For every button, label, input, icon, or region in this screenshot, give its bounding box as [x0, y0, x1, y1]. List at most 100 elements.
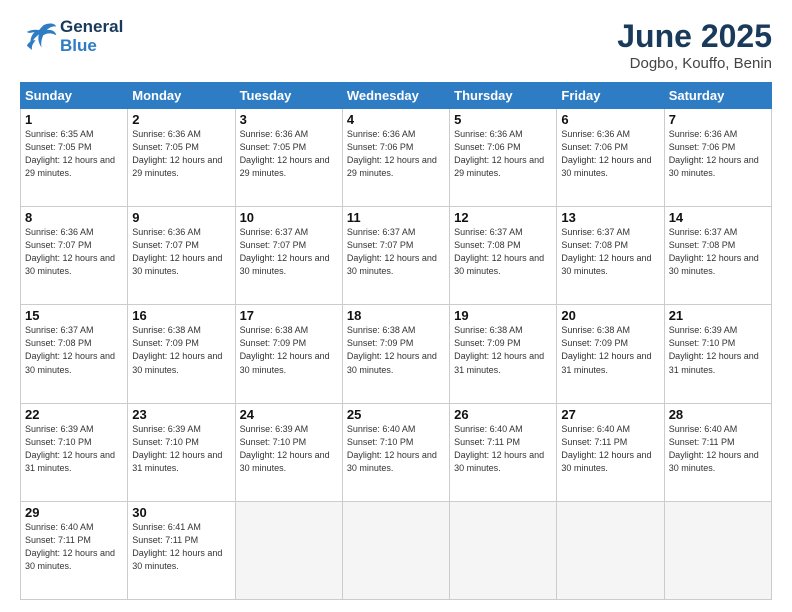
- day-info: Sunrise: 6:36 AMSunset: 7:07 PMDaylight:…: [25, 226, 123, 278]
- logo-text-general: General: [60, 18, 123, 37]
- day-number: 10: [240, 210, 338, 225]
- day-number: 1: [25, 112, 123, 127]
- logo: General Blue: [20, 18, 123, 55]
- day-number: 18: [347, 308, 445, 323]
- day-info: Sunrise: 6:35 AMSunset: 7:05 PMDaylight:…: [25, 128, 123, 180]
- day-number: 2: [132, 112, 230, 127]
- table-row: 21Sunrise: 6:39 AMSunset: 7:10 PMDayligh…: [664, 305, 771, 403]
- day-info: Sunrise: 6:37 AMSunset: 7:07 PMDaylight:…: [347, 226, 445, 278]
- table-row: 3Sunrise: 6:36 AMSunset: 7:05 PMDaylight…: [235, 109, 342, 207]
- day-number: 5: [454, 112, 552, 127]
- day-number: 9: [132, 210, 230, 225]
- day-info: Sunrise: 6:36 AMSunset: 7:06 PMDaylight:…: [669, 128, 767, 180]
- day-number: 19: [454, 308, 552, 323]
- day-number: 26: [454, 407, 552, 422]
- day-number: 4: [347, 112, 445, 127]
- day-info: Sunrise: 6:36 AMSunset: 7:05 PMDaylight:…: [240, 128, 338, 180]
- day-number: 27: [561, 407, 659, 422]
- col-wednesday: Wednesday: [342, 83, 449, 109]
- day-number: 23: [132, 407, 230, 422]
- day-number: 24: [240, 407, 338, 422]
- calendar-week-row: 29Sunrise: 6:40 AMSunset: 7:11 PMDayligh…: [21, 501, 772, 599]
- table-row: 10Sunrise: 6:37 AMSunset: 7:07 PMDayligh…: [235, 207, 342, 305]
- col-sunday: Sunday: [21, 83, 128, 109]
- col-monday: Monday: [128, 83, 235, 109]
- table-row: 20Sunrise: 6:38 AMSunset: 7:09 PMDayligh…: [557, 305, 664, 403]
- logo-icon: [20, 21, 58, 53]
- day-info: Sunrise: 6:40 AMSunset: 7:11 PMDaylight:…: [454, 423, 552, 475]
- table-row: 19Sunrise: 6:38 AMSunset: 7:09 PMDayligh…: [450, 305, 557, 403]
- calendar-week-row: 15Sunrise: 6:37 AMSunset: 7:08 PMDayligh…: [21, 305, 772, 403]
- table-row: 18Sunrise: 6:38 AMSunset: 7:09 PMDayligh…: [342, 305, 449, 403]
- table-row: 25Sunrise: 6:40 AMSunset: 7:10 PMDayligh…: [342, 403, 449, 501]
- table-row: 13Sunrise: 6:37 AMSunset: 7:08 PMDayligh…: [557, 207, 664, 305]
- table-row: 26Sunrise: 6:40 AMSunset: 7:11 PMDayligh…: [450, 403, 557, 501]
- day-info: Sunrise: 6:40 AMSunset: 7:10 PMDaylight:…: [347, 423, 445, 475]
- table-row: 30Sunrise: 6:41 AMSunset: 7:11 PMDayligh…: [128, 501, 235, 599]
- day-number: 21: [669, 308, 767, 323]
- day-info: Sunrise: 6:38 AMSunset: 7:09 PMDaylight:…: [347, 324, 445, 376]
- table-row: 15Sunrise: 6:37 AMSunset: 7:08 PMDayligh…: [21, 305, 128, 403]
- col-saturday: Saturday: [664, 83, 771, 109]
- calendar-header-row: Sunday Monday Tuesday Wednesday Thursday…: [21, 83, 772, 109]
- day-number: 20: [561, 308, 659, 323]
- calendar-week-row: 22Sunrise: 6:39 AMSunset: 7:10 PMDayligh…: [21, 403, 772, 501]
- day-info: Sunrise: 6:38 AMSunset: 7:09 PMDaylight:…: [132, 324, 230, 376]
- table-row: 7Sunrise: 6:36 AMSunset: 7:06 PMDaylight…: [664, 109, 771, 207]
- table-row: [557, 501, 664, 599]
- day-info: Sunrise: 6:39 AMSunset: 7:10 PMDaylight:…: [240, 423, 338, 475]
- table-row: 4Sunrise: 6:36 AMSunset: 7:06 PMDaylight…: [342, 109, 449, 207]
- page: General Blue June 2025 Dogbo, Kouffo, Be…: [0, 0, 792, 612]
- day-number: 28: [669, 407, 767, 422]
- day-info: Sunrise: 6:37 AMSunset: 7:08 PMDaylight:…: [454, 226, 552, 278]
- table-row: 29Sunrise: 6:40 AMSunset: 7:11 PMDayligh…: [21, 501, 128, 599]
- table-row: 22Sunrise: 6:39 AMSunset: 7:10 PMDayligh…: [21, 403, 128, 501]
- table-row: 27Sunrise: 6:40 AMSunset: 7:11 PMDayligh…: [557, 403, 664, 501]
- day-number: 11: [347, 210, 445, 225]
- day-info: Sunrise: 6:40 AMSunset: 7:11 PMDaylight:…: [669, 423, 767, 475]
- day-number: 14: [669, 210, 767, 225]
- day-info: Sunrise: 6:38 AMSunset: 7:09 PMDaylight:…: [561, 324, 659, 376]
- day-number: 8: [25, 210, 123, 225]
- day-number: 13: [561, 210, 659, 225]
- day-info: Sunrise: 6:36 AMSunset: 7:06 PMDaylight:…: [561, 128, 659, 180]
- table-row: 8Sunrise: 6:36 AMSunset: 7:07 PMDaylight…: [21, 207, 128, 305]
- table-row: 17Sunrise: 6:38 AMSunset: 7:09 PMDayligh…: [235, 305, 342, 403]
- col-tuesday: Tuesday: [235, 83, 342, 109]
- day-info: Sunrise: 6:36 AMSunset: 7:05 PMDaylight:…: [132, 128, 230, 180]
- day-info: Sunrise: 6:36 AMSunset: 7:07 PMDaylight:…: [132, 226, 230, 278]
- table-row: 6Sunrise: 6:36 AMSunset: 7:06 PMDaylight…: [557, 109, 664, 207]
- calendar-week-row: 8Sunrise: 6:36 AMSunset: 7:07 PMDaylight…: [21, 207, 772, 305]
- table-row: 5Sunrise: 6:36 AMSunset: 7:06 PMDaylight…: [450, 109, 557, 207]
- table-row: [450, 501, 557, 599]
- day-info: Sunrise: 6:38 AMSunset: 7:09 PMDaylight:…: [240, 324, 338, 376]
- table-row: 9Sunrise: 6:36 AMSunset: 7:07 PMDaylight…: [128, 207, 235, 305]
- calendar-week-row: 1Sunrise: 6:35 AMSunset: 7:05 PMDaylight…: [21, 109, 772, 207]
- location-subtitle: Dogbo, Kouffo, Benin: [617, 55, 772, 72]
- day-info: Sunrise: 6:39 AMSunset: 7:10 PMDaylight:…: [25, 423, 123, 475]
- day-info: Sunrise: 6:38 AMSunset: 7:09 PMDaylight:…: [454, 324, 552, 376]
- day-info: Sunrise: 6:39 AMSunset: 7:10 PMDaylight:…: [669, 324, 767, 376]
- table-row: 16Sunrise: 6:38 AMSunset: 7:09 PMDayligh…: [128, 305, 235, 403]
- day-info: Sunrise: 6:37 AMSunset: 7:07 PMDaylight:…: [240, 226, 338, 278]
- day-info: Sunrise: 6:36 AMSunset: 7:06 PMDaylight:…: [347, 128, 445, 180]
- day-info: Sunrise: 6:40 AMSunset: 7:11 PMDaylight:…: [25, 521, 123, 573]
- table-row: 28Sunrise: 6:40 AMSunset: 7:11 PMDayligh…: [664, 403, 771, 501]
- table-row: 12Sunrise: 6:37 AMSunset: 7:08 PMDayligh…: [450, 207, 557, 305]
- table-row: 2Sunrise: 6:36 AMSunset: 7:05 PMDaylight…: [128, 109, 235, 207]
- day-number: 17: [240, 308, 338, 323]
- day-number: 12: [454, 210, 552, 225]
- day-number: 30: [132, 505, 230, 520]
- day-number: 25: [347, 407, 445, 422]
- table-row: [342, 501, 449, 599]
- day-number: 29: [25, 505, 123, 520]
- logo-text-blue: Blue: [60, 37, 123, 56]
- day-number: 7: [669, 112, 767, 127]
- calendar-table: Sunday Monday Tuesday Wednesday Thursday…: [20, 82, 772, 600]
- day-info: Sunrise: 6:41 AMSunset: 7:11 PMDaylight:…: [132, 521, 230, 573]
- table-row: 1Sunrise: 6:35 AMSunset: 7:05 PMDaylight…: [21, 109, 128, 207]
- day-info: Sunrise: 6:36 AMSunset: 7:06 PMDaylight:…: [454, 128, 552, 180]
- col-friday: Friday: [557, 83, 664, 109]
- title-area: June 2025 Dogbo, Kouffo, Benin: [617, 18, 772, 72]
- day-info: Sunrise: 6:37 AMSunset: 7:08 PMDaylight:…: [25, 324, 123, 376]
